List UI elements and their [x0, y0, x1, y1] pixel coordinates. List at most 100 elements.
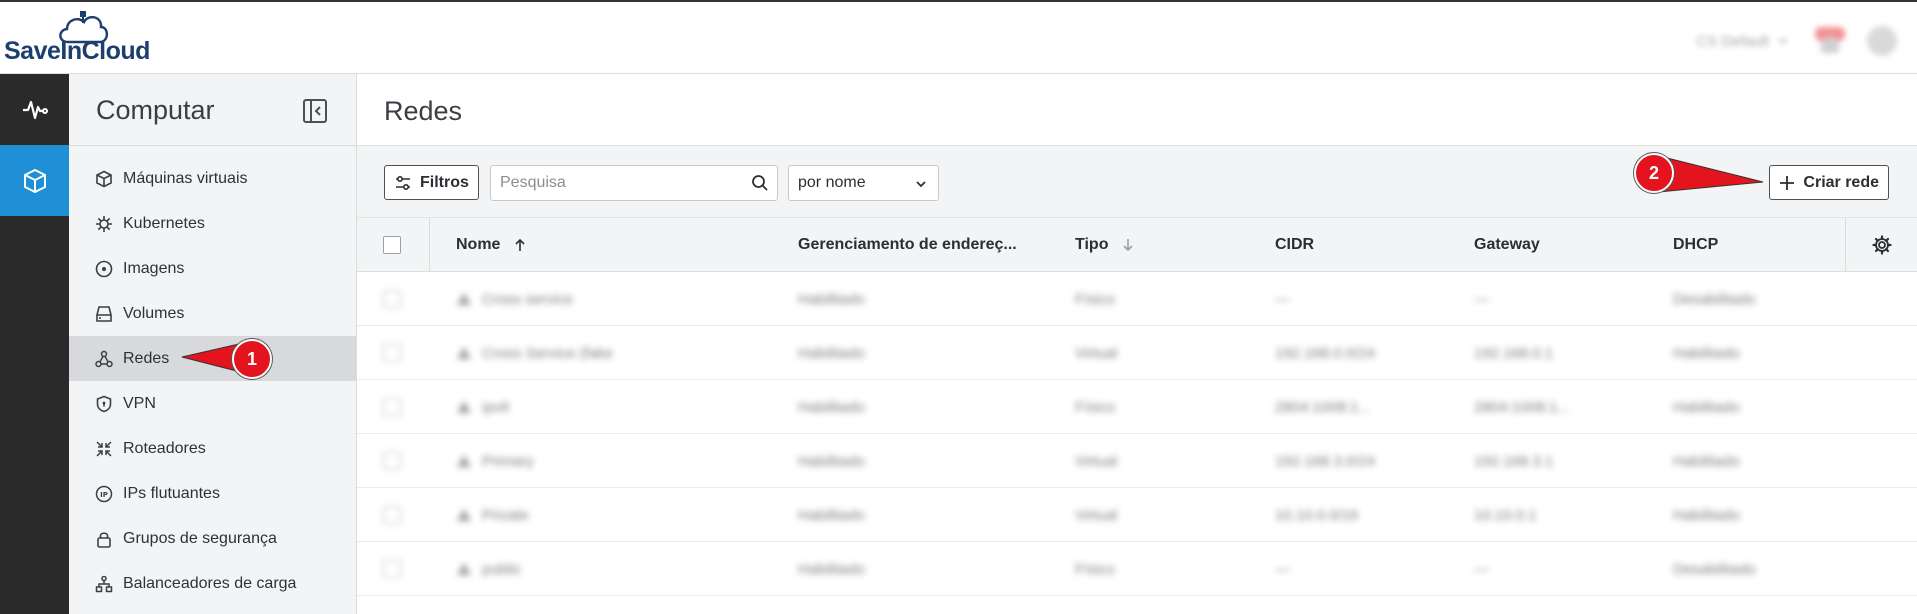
row-checkbox[interactable]: [383, 398, 401, 416]
sidebar-item-routers[interactable]: Roteadores: [69, 426, 356, 471]
table-row[interactable]: Primary Habilitado Virtual 192.168.3.0/2…: [357, 434, 1917, 488]
dhcp-cell: Desabilitado: [1673, 560, 1756, 578]
toolbar: Filtros por nome Criar rede: [357, 146, 1917, 218]
column-header-address-management[interactable]: Gerenciamento de endereç...: [798, 218, 1017, 272]
type-cell: Virtual: [1075, 506, 1118, 524]
sidebar-item-label: Balanceadores de carga: [123, 574, 297, 592]
cidr-cell: 2804:1008:1...: [1275, 398, 1371, 416]
gateway-cell: —: [1474, 560, 1489, 578]
table-row[interactable]: public Habilitado Físico — — Desabilitad…: [357, 542, 1917, 596]
arrow-up-icon: [515, 238, 526, 251]
main-content: Redes Filtros por nome Criar rede Nome: [357, 74, 1917, 614]
column-header-dhcp[interactable]: DHCP: [1673, 218, 1718, 272]
user-avatar[interactable]: [1867, 26, 1897, 56]
dhcp-cell: Habilitado: [1673, 506, 1740, 524]
type-cell: Virtual: [1075, 344, 1118, 362]
activity-icon: [22, 100, 48, 119]
top-right-controls: CS Default: [1696, 26, 1897, 56]
column-header-type[interactable]: Tipo: [1075, 218, 1134, 272]
ip-icon: IP: [95, 485, 113, 502]
select-all-cell: [383, 218, 401, 272]
dhcp-cell: Habilitado: [1673, 344, 1740, 362]
column-settings[interactable]: [1872, 218, 1892, 272]
row-checkbox[interactable]: [383, 452, 401, 470]
sidebar-item-volumes[interactable]: Volumes: [69, 291, 356, 336]
network-name[interactable]: Cross service: [456, 272, 573, 326]
chevron-down-icon: [1778, 38, 1788, 45]
table-row[interactable]: Private Habilitado Virtual 10.10.0.0/16 …: [357, 488, 1917, 542]
row-checkbox[interactable]: [383, 506, 401, 524]
address-management-cell: Habilitado: [798, 290, 865, 308]
sort-value: por nome: [798, 174, 866, 191]
network-name[interactable]: Primary: [456, 434, 534, 488]
cube-outline-icon: [96, 170, 112, 187]
network-name[interactable]: Private: [456, 488, 529, 542]
dhcp-cell: Habilitado: [1673, 398, 1740, 416]
column-label: Tipo: [1075, 236, 1109, 253]
cidr-cell: 192.168.0.0/24: [1275, 344, 1376, 362]
row-checkbox[interactable]: [383, 344, 401, 362]
sidebar-nav: Máquinas virtuais Kubernetes Imagens Vol…: [69, 146, 356, 606]
cidr-cell: 192.168.3.0/24: [1275, 452, 1376, 470]
sidebar-item-label: Máquinas virtuais: [123, 169, 248, 187]
sidebar-item-label: IPs flutuantes: [123, 484, 220, 502]
sidebar-item-floating-ips[interactable]: IP IPs flutuantes: [69, 471, 356, 516]
sidebar-item-kubernetes[interactable]: Kubernetes: [69, 201, 356, 246]
router-icon: [96, 440, 112, 457]
chevron-down-icon: [916, 181, 926, 188]
address-management-cell: Habilitado: [798, 560, 865, 578]
address-management-cell: Habilitado: [798, 452, 865, 470]
warning-icon: [457, 455, 471, 467]
rail-item-compute[interactable]: [0, 145, 69, 216]
row-select-cell: [383, 542, 401, 596]
filters-button[interactable]: Filtros: [384, 165, 479, 200]
table-row[interactable]: Cross service Habilitado Físico — — Desa…: [357, 272, 1917, 326]
saveincloud-logo[interactable]: SaveInCloud: [4, 10, 164, 72]
column-label: DHCP: [1673, 236, 1719, 253]
row-select-cell: [383, 488, 401, 542]
left-rail: [0, 74, 69, 614]
sidebar-item-networks[interactable]: Redes: [69, 336, 356, 381]
column-header-cidr[interactable]: CIDR: [1275, 218, 1314, 272]
sidebar-header: Computar: [69, 74, 356, 146]
sidebar-item-load-balancers[interactable]: Balanceadores de carga: [69, 561, 356, 606]
sidebar-item-virtual-machines[interactable]: Máquinas virtuais: [69, 156, 356, 201]
table-row[interactable]: ipv6 Habilitado Físico 2804:1008:1... 28…: [357, 380, 1917, 434]
search-icon[interactable]: [751, 174, 769, 192]
page-title: Redes: [384, 96, 463, 126]
column-separator: [429, 218, 430, 272]
page-header: Redes: [357, 74, 1917, 146]
create-network-button[interactable]: Criar rede: [1769, 165, 1889, 200]
collapse-sidebar-icon[interactable]: [302, 98, 328, 124]
notifications-button[interactable]: [1811, 27, 1845, 55]
select-all-checkbox[interactable]: [383, 236, 401, 254]
row-checkbox[interactable]: [383, 560, 401, 578]
network-name[interactable]: public: [456, 542, 521, 596]
project-name: CS Default: [1696, 32, 1769, 50]
sidebar-item-label: VPN: [123, 394, 156, 412]
column-label: CIDR: [1275, 236, 1315, 253]
search-box: [490, 165, 778, 201]
gateway-cell: 2804:1008:1...: [1474, 398, 1570, 416]
cube-icon: [23, 168, 46, 193]
bell-icon: [1821, 37, 1839, 53]
sidebar: Computar Máquinas virtuais Kubernetes Im…: [69, 74, 357, 614]
column-label: Nome: [456, 236, 501, 253]
lock-icon: [97, 531, 111, 548]
sidebar-item-vpn[interactable]: VPN: [69, 381, 356, 426]
project-selector[interactable]: CS Default: [1696, 33, 1789, 50]
sidebar-item-security-groups[interactable]: Grupos de segurança: [69, 516, 356, 561]
table-row[interactable]: Cross Service (fake Habilitado Virtual 1…: [357, 326, 1917, 380]
network-name[interactable]: ipv6: [456, 380, 510, 434]
sort-select[interactable]: por nome: [788, 165, 939, 201]
sliders-icon: [396, 175, 410, 190]
rail-item-monitoring[interactable]: [0, 74, 69, 145]
column-header-name[interactable]: Nome: [456, 218, 526, 272]
column-header-gateway[interactable]: Gateway: [1474, 218, 1540, 272]
network-name[interactable]: Cross Service (fake: [456, 326, 613, 380]
sidebar-item-images[interactable]: Imagens: [69, 246, 356, 291]
sidebar-item-label: Imagens: [123, 259, 185, 277]
search-input[interactable]: [491, 166, 731, 200]
row-checkbox[interactable]: [383, 290, 401, 308]
row-select-cell: [383, 434, 401, 488]
